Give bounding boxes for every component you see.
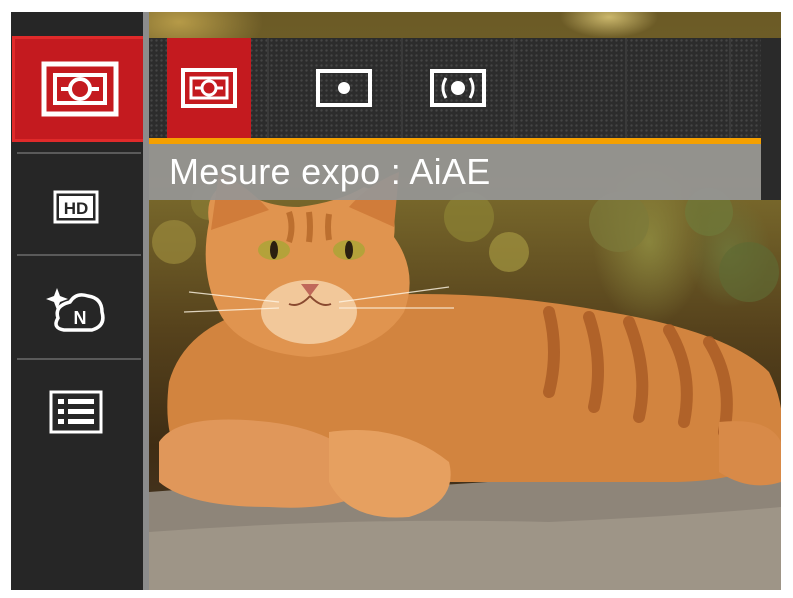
option-metering-aiae[interactable] <box>167 38 251 138</box>
option-metering-center[interactable] <box>403 38 513 138</box>
menu-list-icon <box>49 390 103 434</box>
svg-text:N: N <box>74 308 87 328</box>
option-label-bar: Mesure expo : AiAE <box>149 144 761 200</box>
left-function-menu: HD N <box>11 12 149 590</box>
option-divider <box>513 38 515 138</box>
left-menu-item-resolution[interactable]: HD <box>11 162 141 252</box>
camera-screen: HD N Mesure expo: AiAE <box>11 12 781 590</box>
metering-center-weighted-icon <box>430 69 486 107</box>
option-label-text: Mesure expo : AiAE <box>169 151 491 192</box>
option-divider <box>729 38 731 138</box>
option-divider <box>625 38 627 138</box>
metering-options-bar <box>149 38 761 138</box>
menu-divider <box>17 358 141 360</box>
option-divider <box>267 38 269 138</box>
options-bar-end <box>761 38 781 200</box>
svg-text:HD: HD <box>64 199 89 218</box>
left-menu-item-menu[interactable] <box>11 366 141 458</box>
left-menu-item-metering[interactable] <box>12 36 148 142</box>
hd-icon: HD <box>53 190 99 224</box>
menu-divider <box>17 152 141 154</box>
metering-spot-icon <box>316 69 372 107</box>
menu-divider <box>17 254 141 256</box>
option-metering-spot[interactable] <box>287 38 401 138</box>
color-effect-normal-icon: N <box>46 288 105 332</box>
left-menu-item-color-effect[interactable]: N <box>11 262 141 358</box>
metering-aiae-icon <box>181 68 237 108</box>
metering-aiae-icon <box>41 61 119 117</box>
